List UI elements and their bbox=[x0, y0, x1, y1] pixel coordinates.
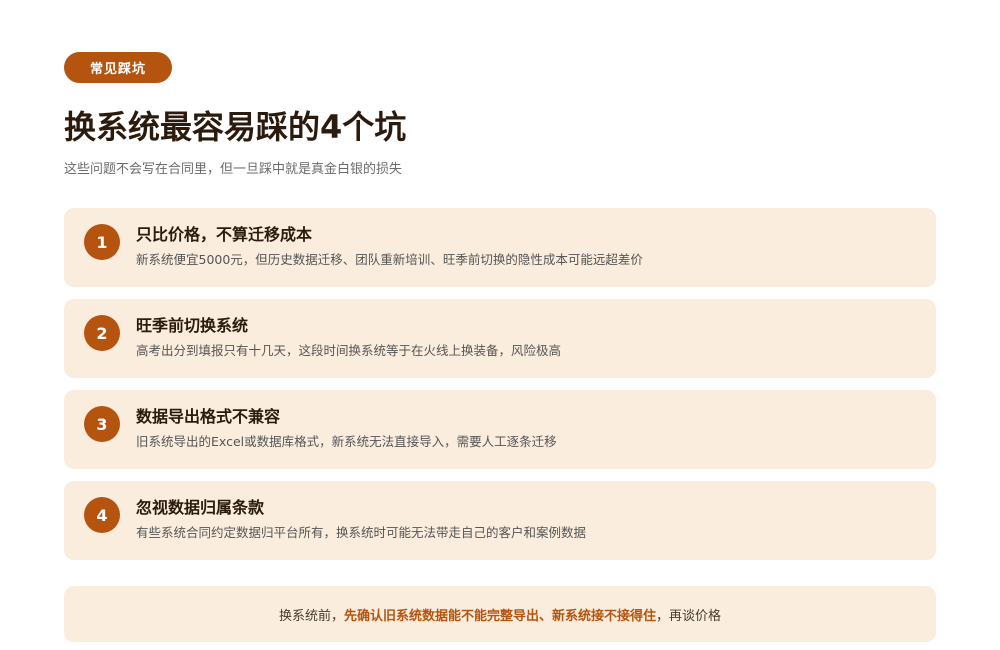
pitfall-title: 忽视数据归属条款 bbox=[136, 498, 265, 517]
pitfall-card: 2 旺季前切换系统 高考出分到填报只有十几天，这段时间换系统等于在火线上换装备，… bbox=[64, 299, 936, 378]
pitfall-description: 新系统便宜5000元，但历史数据迁移、团队重新培训、旺季前切换的隐性成本可能远超… bbox=[136, 252, 643, 267]
pitfall-list: 1 只比价格，不算迁移成本 新系统便宜5000元，但历史数据迁移、团队重新培训、… bbox=[64, 208, 936, 572]
number-badge: 1 bbox=[84, 224, 120, 260]
pitfall-title: 数据导出格式不兼容 bbox=[136, 407, 281, 426]
page-subtitle: 这些问题不会写在合同里，但一旦踩中就是真金白银的损失 bbox=[64, 162, 403, 177]
page-title: 换系统最容易踩的4个坑 bbox=[64, 108, 407, 146]
pitfall-card: 1 只比价格，不算迁移成本 新系统便宜5000元，但历史数据迁移、团队重新培训、… bbox=[64, 208, 936, 287]
summary-suffix: ，再谈价格 bbox=[656, 608, 722, 624]
pitfall-card: 3 数据导出格式不兼容 旧系统导出的Excel或数据库格式，新系统无法直接导入，… bbox=[64, 390, 936, 469]
pitfall-title: 旺季前切换系统 bbox=[136, 316, 249, 335]
pitfall-description: 有些系统合同约定数据归平台所有，换系统时可能无法带走自己的客户和案例数据 bbox=[136, 525, 587, 540]
summary-note: 换系统前， 先确认旧系统数据能不能完整导出、新系统接不接得住 ，再谈价格 bbox=[64, 586, 936, 642]
pitfall-title: 只比价格，不算迁移成本 bbox=[136, 225, 313, 244]
pitfall-description: 旧系统导出的Excel或数据库格式，新系统无法直接导入，需要人工逐条迁移 bbox=[136, 434, 557, 449]
summary-prefix: 换系统前， bbox=[278, 608, 344, 624]
pitfall-card: 4 忽视数据归属条款 有些系统合同约定数据归平台所有，换系统时可能无法带走自己的… bbox=[64, 481, 936, 560]
number-badge: 3 bbox=[84, 406, 120, 442]
number-badge: 4 bbox=[84, 497, 120, 533]
section-badge: 常见踩坑 bbox=[64, 52, 172, 83]
pitfall-description: 高考出分到填报只有十几天，这段时间换系统等于在火线上换装备，风险极高 bbox=[136, 343, 562, 358]
number-badge: 2 bbox=[84, 315, 120, 351]
summary-highlight: 先确认旧系统数据能不能完整导出、新系统接不接得住 bbox=[343, 608, 656, 624]
